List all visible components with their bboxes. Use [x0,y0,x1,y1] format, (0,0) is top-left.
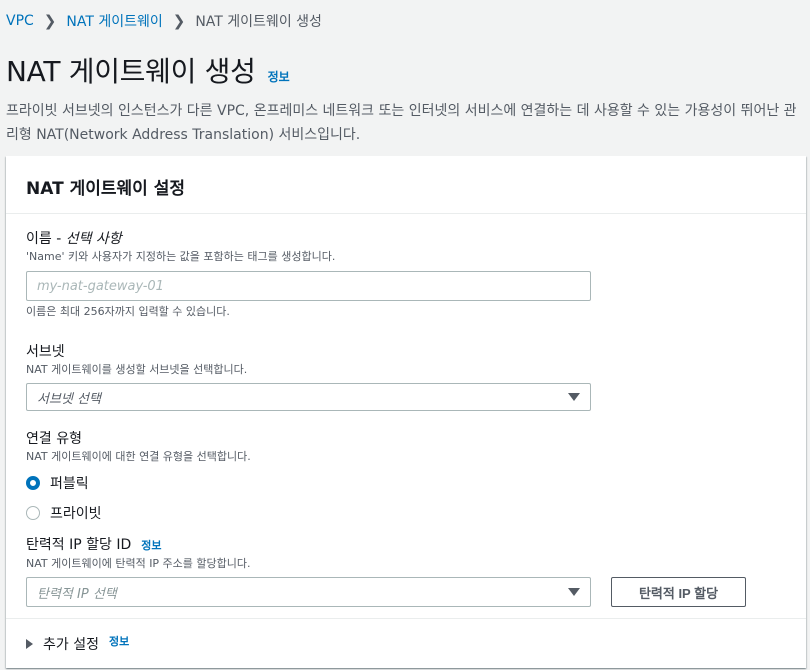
breadcrumb-link-vpc[interactable]: VPC [6,13,34,29]
panel-title: NAT 게이트웨이 설정 [26,179,185,199]
name-constraint: 이름은 최대 256자까지 입력할 수 있습니다. [26,305,230,318]
subnet-select[interactable]: 서브넷 선택 [26,383,591,411]
nat-gateway-settings-panel: NAT 게이트웨이 설정 이름 - 선택 사항 'Name' 키와 사용자가 지… [6,156,806,668]
eip-select-value: 탄력적 IP 선택 [37,586,117,602]
radio-button-public[interactable] [26,476,40,490]
breadcrumb-link-nat-gateways[interactable]: NAT 게이트웨이 [66,11,162,31]
breadcrumb-current: NAT 게이트웨이 생성 [195,14,322,30]
page-header: NAT 게이트웨이 생성 정보 [6,50,290,90]
caret-right-icon [26,638,33,649]
optional-label: 선택 사항 [65,231,122,247]
subnet-label: 서브넷 [26,344,65,360]
name-description: 'Name' 키와 사용자가 지정하는 값을 포함하는 태그를 생성합니다. [26,250,336,263]
subnet-field: 서브넷 NAT 게이트웨이를 생성할 서브넷을 선택합니다. 서브넷 선택 [26,343,591,411]
breadcrumb: VPC ❯ NAT 게이트웨이 ❯ NAT 게이트웨이 생성 [6,11,322,31]
radio-private[interactable]: 프라이빗 [26,503,251,523]
name-label-text: 이름 - [26,231,66,247]
eip-description: NAT 게이트웨이에 탄력적 IP 주소를 할당합니다. [26,557,251,570]
name-label: 이름 - 선택 사항 [26,230,591,248]
subnet-description: NAT 게이트웨이를 생성할 서브넷을 선택합니다. [26,363,248,376]
radio-label-public: 퍼블릭 [50,476,89,492]
page-description: 프라이빗 서브넷의 인스턴스가 다른 VPC, 온프레미스 네트워크 또는 인터… [6,103,797,143]
name-field: 이름 - 선택 사항 'Name' 키와 사용자가 지정하는 값을 포함하는 태… [26,230,591,319]
connectivity-field: 연결 유형 NAT 게이트웨이에 대한 연결 유형을 선택합니다. 퍼블릭 프라… [26,430,251,523]
chevron-right-icon: ❯ [43,12,57,30]
panel-header: NAT 게이트웨이 설정 [6,156,806,214]
page-title: NAT 게이트웨이 생성 [6,55,256,88]
radio-label-private: 프라이빗 [50,506,102,522]
additional-settings[interactable]: 추가 설정 정보 [6,618,806,668]
radio-public[interactable]: 퍼블릭 [26,473,251,493]
connectivity-description: NAT 게이트웨이에 대한 연결 유형을 선택합니다. [26,450,251,463]
subnet-select-value: 서브넷 선택 [37,391,101,407]
chevron-right-icon: ❯ [172,12,186,30]
eip-label-text: 탄력적 IP 할당 ID [26,537,132,553]
eip-label: 탄력적 IP 할당 ID 정보 [26,536,746,555]
eip-row: 탄력적 IP 선택 탄력적 IP 할당 [26,577,746,607]
name-input[interactable] [26,271,591,301]
additional-settings-label[interactable]: 추가 설정 [43,634,99,654]
eip-select[interactable]: 탄력적 IP 선택 [26,577,591,607]
eip-info-link[interactable]: 정보 [141,537,161,555]
caret-down-icon [568,588,580,596]
caret-down-icon [568,393,580,401]
allocate-eip-button[interactable]: 탄력적 IP 할당 [611,577,746,607]
info-link[interactable]: 정보 [268,68,290,85]
radio-button-private[interactable] [26,506,40,520]
additional-settings-info-link[interactable]: 정보 [109,633,129,649]
eip-field: 탄력적 IP 할당 ID 정보 NAT 게이트웨이에 탄력적 IP 주소를 할당… [26,536,746,607]
connectivity-label: 연결 유형 [26,431,82,447]
